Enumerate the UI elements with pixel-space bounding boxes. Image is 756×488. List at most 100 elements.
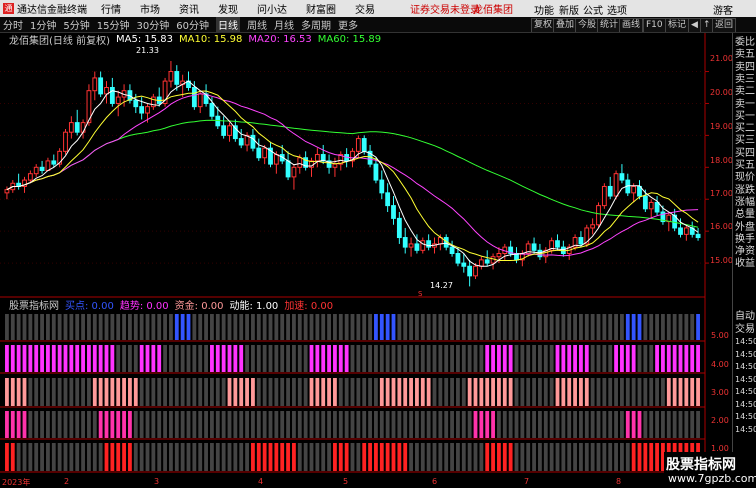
- indicator-bar: [584, 345, 589, 372]
- back-button[interactable]: 返回: [712, 18, 737, 32]
- indicator-bar: [122, 443, 126, 471]
- indicator-bar: [51, 443, 56, 471]
- mark-button[interactable]: 标记: [665, 18, 690, 32]
- menu-item-quotes[interactable]: 行情: [101, 1, 121, 16]
- period-more[interactable]: 更多: [338, 17, 358, 32]
- menu-item-wealth[interactable]: 财富圈: [306, 1, 336, 16]
- indicator-bar: [262, 443, 267, 471]
- indicator-bar: [379, 378, 384, 406]
- today-button[interactable]: 今股: [575, 18, 600, 32]
- indicator-bar: [128, 443, 132, 471]
- indicator-bar: [602, 314, 607, 340]
- current-stock: 龙佰集团: [473, 5, 513, 16]
- menu-item-market[interactable]: 市场: [140, 1, 160, 16]
- menu-item-ask[interactable]: 问小达: [257, 1, 287, 16]
- period-timeshare[interactable]: 分时: [3, 17, 23, 32]
- side-panel-label: 买二: [735, 123, 755, 135]
- candle-body: [355, 138, 361, 152]
- prev-button[interactable]: ◀: [688, 18, 701, 32]
- period-weekly[interactable]: 周线: [247, 17, 267, 32]
- side-panel-label: 外盘: [735, 221, 755, 233]
- indicator-bar: [596, 411, 601, 438]
- login-alert[interactable]: 证券交易未登录: [410, 1, 480, 16]
- period-15min[interactable]: 15分钟: [97, 17, 130, 32]
- menu-item-news[interactable]: 资讯: [179, 1, 199, 16]
- price-tick: 21.00: [710, 54, 733, 63]
- indicator-bar: [409, 378, 413, 406]
- indicator-bar: [333, 443, 337, 471]
- indicator-bar: [81, 411, 85, 438]
- indicator-bar: [133, 378, 138, 406]
- guest-label[interactable]: 游客: [713, 2, 733, 17]
- indicator-bar: [520, 378, 525, 406]
- draw-button[interactable]: 画线: [619, 18, 644, 32]
- indicator-bar: [532, 345, 536, 372]
- side-panel-trade-time: 14:50: [735, 399, 756, 409]
- candle-body: [484, 259, 490, 264]
- period-60min[interactable]: 60分钟: [176, 17, 209, 32]
- indicator-bar: [461, 411, 466, 438]
- indicator-bar: [233, 411, 238, 438]
- period-monthly[interactable]: 月线: [274, 17, 294, 32]
- indicator-bar: [497, 314, 501, 340]
- menu-item-newversion[interactable]: 新版: [559, 2, 579, 17]
- indicator-bar: [280, 345, 285, 372]
- menu-item-options[interactable]: 选项: [607, 2, 627, 17]
- period-1min[interactable]: 1分钟: [30, 17, 56, 32]
- candle-body: [168, 71, 174, 82]
- indicator-bar: [333, 345, 337, 372]
- candle-body: [285, 160, 291, 178]
- indicator-bar: [684, 345, 689, 372]
- indicator-bar: [87, 411, 91, 438]
- period-multi[interactable]: 多周期: [301, 17, 331, 32]
- candle-body: [496, 253, 502, 258]
- indicator-bar: [696, 345, 700, 372]
- indicator-bar: [46, 411, 50, 438]
- indicator-bar: [473, 378, 478, 406]
- indicator-bar: [75, 314, 80, 340]
- indicator-bar: [561, 443, 566, 471]
- candle-body: [133, 99, 139, 108]
- indicator-bar: [5, 378, 9, 406]
- period-5min[interactable]: 5分钟: [63, 17, 89, 32]
- menu-item-function[interactable]: 功能: [534, 2, 554, 17]
- indicator-bar: [151, 411, 156, 438]
- indicator-bar: [169, 378, 173, 406]
- side-panel-label: 换手: [735, 233, 755, 245]
- menu-item-formula[interactable]: 公式: [583, 2, 603, 17]
- indicator-bar: [549, 314, 554, 340]
- indicator-bar: [34, 345, 39, 372]
- indicator-bar: [46, 314, 50, 340]
- overlay-button[interactable]: 叠加: [553, 18, 578, 32]
- indicator-bar: [584, 443, 589, 471]
- menu-item-trade[interactable]: 交易: [355, 1, 375, 16]
- indicator-bar: [672, 314, 677, 340]
- indicator-bar: [180, 345, 185, 372]
- indicator-bar: [51, 314, 56, 340]
- ind-tick: 5.00: [711, 331, 729, 340]
- indicator-bar: [397, 345, 402, 372]
- indicator-bar: [245, 443, 249, 471]
- period-30min[interactable]: 30分钟: [136, 17, 169, 32]
- f10-button[interactable]: F10: [643, 18, 666, 32]
- adjust-button[interactable]: 复权: [531, 18, 556, 32]
- price-tick: 16.00: [710, 222, 733, 231]
- indicator-bar: [69, 411, 74, 438]
- menu-item-discover[interactable]: 发现: [218, 1, 238, 16]
- indicator-bar: [602, 345, 607, 372]
- indicator-bar: [426, 378, 431, 406]
- stats-button[interactable]: 统计: [597, 18, 622, 32]
- indicator-bar: [684, 314, 689, 340]
- indicator-bar: [327, 443, 331, 471]
- indicator-bar: [169, 411, 173, 438]
- x-tick: 7: [524, 477, 530, 486]
- indicator-bar: [198, 314, 203, 340]
- indicator-bar: [368, 314, 372, 340]
- indicator-bar: [303, 443, 308, 471]
- indicator-name[interactable]: 股票指标网: [9, 298, 59, 311]
- indicator-bar: [245, 345, 249, 372]
- indicator-bar: [520, 345, 525, 372]
- period-daily[interactable]: 日线: [215, 17, 240, 32]
- indicator-bar: [280, 378, 285, 406]
- kline-chart[interactable]: [0, 33, 732, 487]
